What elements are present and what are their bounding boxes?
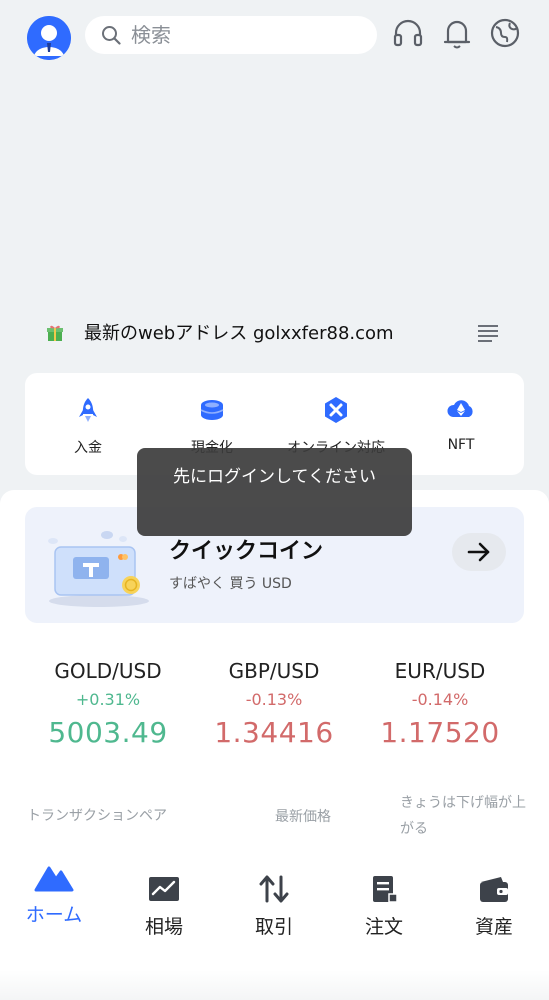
swap-arrows-icon bbox=[259, 875, 289, 903]
ticker-pair: GBP/USD bbox=[228, 659, 320, 683]
tab-label: 相場 bbox=[144, 916, 183, 938]
document-icon bbox=[373, 876, 398, 903]
tab-trade[interactable]: 取引 bbox=[224, 852, 324, 952]
coin-stack-icon bbox=[200, 400, 224, 420]
support-headset-button[interactable] bbox=[391, 16, 425, 50]
ticker-change: -0.13% bbox=[245, 690, 303, 709]
language-button[interactable] bbox=[488, 16, 522, 50]
ticker-change: -0.14% bbox=[411, 690, 469, 709]
user-icon bbox=[27, 16, 71, 60]
bell-icon bbox=[443, 20, 471, 49]
ethereum-cloud-icon bbox=[447, 400, 473, 417]
quick-coin-title: クイックコイン bbox=[169, 539, 324, 564]
headset-icon bbox=[393, 19, 423, 47]
ticker-change: +0.31% bbox=[75, 690, 141, 709]
avatar[interactable] bbox=[27, 16, 71, 60]
arrow-right-icon bbox=[467, 542, 490, 562]
ticker-eur-usd[interactable]: EUR/USD -0.14% 1.17520 bbox=[360, 658, 520, 750]
announcement-text: 最新のwebアドレス golxxfer88.com bbox=[84, 323, 394, 344]
tab-assets[interactable]: 資産 bbox=[444, 852, 544, 952]
search-input[interactable]: 検索 bbox=[85, 16, 377, 54]
ticker-gold-usd[interactable]: GOLD/USD +0.31% 5003.49 bbox=[28, 658, 188, 750]
top-bar: 検索 bbox=[0, 0, 549, 72]
column-header-change[interactable]: きょうは下げ幅が上がる bbox=[400, 790, 530, 842]
quick-coin-subtitle: すばやく 買う USD bbox=[169, 576, 292, 592]
home-indicator-area bbox=[0, 970, 549, 1000]
column-header-pair: トランザクションペア bbox=[27, 808, 167, 824]
quick-action-nft[interactable]: NFT bbox=[406, 395, 516, 465]
tab-orders[interactable]: 注文 bbox=[334, 852, 434, 952]
bottom-tab-bar: ホーム 相場 取引 注文 資産 bbox=[0, 852, 549, 962]
column-header-price: 最新価格 bbox=[275, 809, 331, 825]
search-placeholder: 検索 bbox=[131, 23, 171, 47]
tab-label: 資産 bbox=[474, 916, 513, 938]
cross-hex-icon bbox=[325, 397, 347, 423]
list-menu-icon[interactable] bbox=[478, 324, 498, 342]
notifications-button[interactable] bbox=[440, 16, 474, 50]
ticker-price: 5003.49 bbox=[48, 716, 168, 749]
tab-label: ホーム bbox=[25, 904, 83, 926]
announcement-bar[interactable]: 最新のwebアドレス golxxfer88.com bbox=[46, 320, 516, 350]
quick-coin-go-button[interactable] bbox=[452, 533, 506, 571]
gift-icon bbox=[47, 325, 63, 341]
rocket-icon bbox=[79, 398, 97, 422]
tab-label: 取引 bbox=[254, 916, 293, 938]
ticker-price: 1.34416 bbox=[214, 716, 334, 749]
quick-action-label: 入金 bbox=[74, 440, 102, 456]
globe-icon bbox=[490, 18, 520, 48]
banner-area bbox=[0, 72, 549, 312]
search-icon bbox=[102, 26, 121, 45]
quick-action-deposit[interactable]: 入金 bbox=[33, 395, 143, 465]
tab-home[interactable]: ホーム bbox=[4, 852, 104, 952]
ticker-pair: GOLD/USD bbox=[54, 659, 162, 683]
login-required-toast: 先にログインしてください bbox=[137, 448, 412, 536]
ticker-pair: EUR/USD bbox=[394, 659, 486, 683]
tab-label: 注文 bbox=[364, 916, 403, 938]
wallet-icon bbox=[480, 877, 508, 902]
chart-icon bbox=[149, 877, 179, 901]
ticker-price: 1.17520 bbox=[380, 716, 500, 749]
mountain-icon bbox=[34, 866, 74, 892]
tab-market[interactable]: 相場 bbox=[114, 852, 214, 952]
quick-action-label: NFT bbox=[447, 437, 475, 453]
ticker-gbp-usd[interactable]: GBP/USD -0.13% 1.34416 bbox=[194, 658, 354, 750]
